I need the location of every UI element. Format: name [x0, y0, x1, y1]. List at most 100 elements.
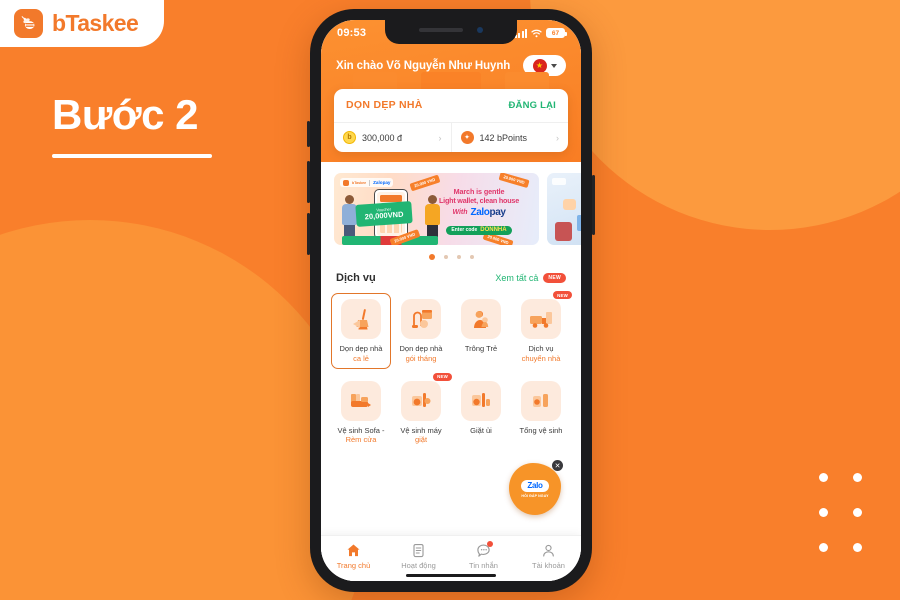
voucher-value: 20,000VND — [364, 209, 404, 222]
phone-volume-down-button — [307, 213, 310, 255]
promo-banner-zalopay[interactable]: bTaskee Zalopay Voucher 20,000VND 20.000… — [334, 173, 539, 245]
front-camera — [477, 27, 483, 33]
carousel-dot[interactable] — [428, 254, 435, 260]
promo-code-chip: Enter code DONNHA — [446, 225, 512, 235]
person-icon — [541, 543, 556, 558]
tab-tai-khoan[interactable]: Tài khoản — [516, 536, 581, 581]
banner-line-1: March is gentle — [453, 187, 505, 196]
step-underline — [52, 154, 212, 159]
banner-illustration: Voucher 20,000VND — [342, 183, 440, 245]
wallet-balance-value: 300,000 đ — [362, 132, 403, 143]
rebook-button[interactable]: ĐĂNG LẠI — [508, 100, 556, 111]
new-badge: NEW — [433, 372, 452, 381]
zalo-caption: HỎI ĐÁP NGAY — [521, 494, 549, 498]
phone-mockup: 09:53 67 Xin chào Võ Nguyễn Như Huynh ★ … — [307, 9, 595, 592]
service-label: Vệ sinh máy — [400, 425, 442, 435]
services-header: Dịch vụ Xem tất cả NEW — [321, 270, 581, 293]
promo-code-label: Enter code — [451, 227, 478, 233]
laundry-icon — [461, 380, 501, 421]
phone-power-button — [592, 175, 595, 235]
service-label: Vệ sinh Sofa - — [337, 425, 385, 435]
next-banner-shape — [563, 199, 576, 210]
calendar-vacuum-icon — [401, 299, 441, 339]
wallet-balance-item[interactable]: b 300,000 đ › — [334, 123, 451, 152]
zalo-chat-widget[interactable]: ✕ Zalo HỎI ĐÁP NGAY — [509, 460, 563, 515]
babysitter-icon — [461, 299, 501, 339]
service-label: Dọn dẹp nhà — [339, 344, 383, 353]
service-item-ve-sinh-sofa-rem-cua[interactable]: Vệ sinh Sofa - Rèm cửa — [331, 375, 391, 451]
booking-stats: b 300,000 đ › ✦ 142 bPoints › — [334, 122, 568, 152]
service-item-giat-ui[interactable]: Giặt ủi — [451, 375, 511, 451]
unread-badge — [487, 540, 493, 547]
bpoint-badge-icon: ✦ — [460, 131, 474, 144]
carousel-pagination[interactable] — [321, 245, 581, 270]
chevron-right-icon: › — [438, 132, 442, 143]
carousel-dot[interactable] — [469, 255, 474, 259]
service-label: Giặt ủi — [470, 425, 492, 435]
service-item-dich-vu-chuyen-nha[interactable]: NEW Dịch vụ chuyển nhà — [511, 291, 572, 369]
service-item-ve-sinh-may-giat[interactable]: NEW Vệ sinh máy giặt — [391, 372, 452, 451]
service-label: Trông Trẻ — [464, 344, 498, 353]
status-time: 09:53 — [337, 27, 367, 39]
promo-banner-next[interactable] — [547, 173, 581, 245]
service-item-don-dep-nha-goi-thang[interactable]: Dọn dẹp nhà gói tháng — [391, 293, 451, 369]
service-sublabel: ca lẻ — [353, 353, 369, 363]
voucher-chip: Voucher 20,000VND — [355, 201, 413, 227]
carousel-dot[interactable] — [443, 255, 448, 259]
promo-carousel[interactable]: bTaskee Zalopay Voucher 20,000VND 20.000… — [321, 162, 581, 245]
tab-trang-chu[interactable]: Trang chủ — [321, 536, 386, 581]
moving-truck-icon — [521, 299, 561, 339]
banner-line-2: Light wallet, clean house — [438, 196, 520, 205]
bee-icon — [14, 9, 43, 38]
phone-notch — [385, 20, 517, 44]
banner-copy: March is gentle Light wallet, clean hous… — [427, 187, 531, 236]
banner-with-word: With — [452, 209, 468, 216]
greeting-text: Xin chào Võ Nguyễn Như Huynh — [336, 59, 511, 72]
sofa-icon — [341, 380, 381, 421]
decorative-dot-grid — [806, 460, 874, 565]
services-title: Dịch vụ — [336, 272, 376, 284]
home-icon — [346, 543, 361, 558]
service-sublabel: giặt — [414, 435, 428, 445]
services-grid: Dọn dẹp nhà ca lẻ Dọn dẹp nhà gói tháng … — [321, 291, 581, 451]
app-screen: 09:53 67 Xin chào Võ Nguyễn Như Huynh ★ … — [321, 20, 581, 581]
flag-star: ★ — [535, 60, 544, 70]
booking-title: DỌN DẸP NHÀ — [346, 99, 423, 111]
document-icon — [411, 543, 426, 558]
phone-volume-up-button — [307, 161, 310, 203]
next-banner-brand-chip — [552, 178, 566, 185]
chevron-down-icon — [550, 63, 557, 68]
person-left-illustration — [342, 195, 357, 238]
coin-glyph: b — [347, 134, 352, 141]
tab-label: Hoạt động — [401, 560, 436, 570]
battery-level: 67 — [551, 29, 560, 37]
close-icon[interactable]: ✕ — [552, 460, 563, 471]
bpoints-item[interactable]: ✦ 142 bPoints › — [450, 123, 569, 152]
new-badge: NEW — [553, 291, 572, 299]
zalo-blob[interactable]: Zalo HỎI ĐÁP NGAY — [509, 463, 561, 515]
service-label: Tổng vệ sinh — [519, 425, 563, 435]
see-all-services-button[interactable]: Xem tất cả NEW — [495, 273, 566, 283]
zalo-logo: Zalo — [521, 480, 549, 492]
app-content: bTaskee Zalopay Voucher 20,000VND 20.000… — [321, 162, 581, 581]
battery-icon: 67 — [546, 28, 567, 38]
tab-label: Trang chủ — [336, 560, 371, 570]
earpiece-speaker — [419, 28, 463, 32]
new-badge: NEW — [543, 273, 566, 283]
next-banner-shape — [555, 222, 572, 241]
booking-card[interactable]: DỌN DẸP NHÀ ĐĂNG LẠI b 300,000 đ › ✦ 142… — [334, 89, 568, 152]
service-item-don-dep-nha-ca-le[interactable]: Dọn dẹp nhà ca lẻ — [331, 293, 391, 369]
bpoint-glyph: ✦ — [464, 135, 470, 141]
tab-label: Tài khoản — [532, 560, 565, 570]
carousel-dot[interactable] — [456, 255, 461, 259]
service-label: Dọn dẹp nhà — [399, 344, 443, 353]
phone-mute-switch — [307, 121, 310, 147]
step-title: Bước 2 — [52, 91, 199, 138]
booking-card-header: DỌN DẸP NHÀ ĐĂNG LẠI — [334, 89, 568, 122]
step-heading: Bước 2 — [52, 91, 212, 159]
next-banner-shape — [577, 215, 581, 231]
service-item-trong-tre[interactable]: Trông Trẻ — [451, 293, 511, 369]
service-item-tong-ve-sinh[interactable]: Tổng vệ sinh — [511, 375, 571, 451]
tab-label: Tin nhắn — [469, 560, 498, 570]
deep-clean-icon — [521, 380, 561, 421]
